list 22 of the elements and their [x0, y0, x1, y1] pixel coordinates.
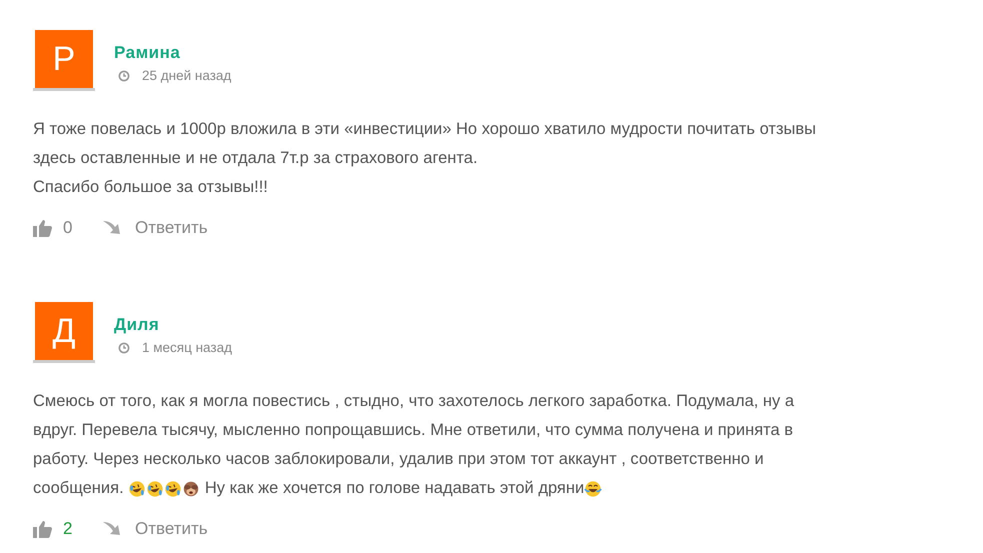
clock-icon	[118, 342, 130, 354]
laughing-face-icon	[128, 480, 146, 498]
laughing-face-icon	[164, 480, 182, 498]
comment-date: 1 месяц назад	[142, 340, 232, 355]
avatar: Р	[35, 30, 93, 88]
author-name[interactable]: Диля	[114, 315, 160, 335]
tears-of-joy-icon	[584, 480, 602, 498]
thumbs-up-icon[interactable]	[33, 219, 53, 237]
author-name[interactable]: Рамина	[114, 43, 180, 63]
reply-link[interactable]: Ответить	[135, 218, 208, 238]
comment-date: 25 дней назад	[142, 68, 232, 83]
monkey-face-icon	[182, 480, 200, 498]
thumbs-up-icon[interactable]	[33, 520, 53, 538]
avatar: Д	[35, 302, 93, 360]
laughing-face-icon	[146, 480, 164, 498]
like-count: 2	[63, 519, 74, 539]
comment-text: Ну как же хочется по голове надавать этой дряни	[204, 478, 584, 499]
clock-icon	[118, 70, 130, 82]
comment-text: Я тоже повелась и 1000р вложила в эти «инвестиции» Но хорошо хватило мудрости почитать отзывы здесь оставленные и не отдала 7т.р за страхового агента. Спасибо большое за отзывы!!!	[33, 119, 818, 198]
reply-link[interactable]: Ответить	[135, 519, 208, 539]
like-count: 0	[63, 218, 74, 238]
comment-text: сообщения.	[33, 478, 125, 499]
